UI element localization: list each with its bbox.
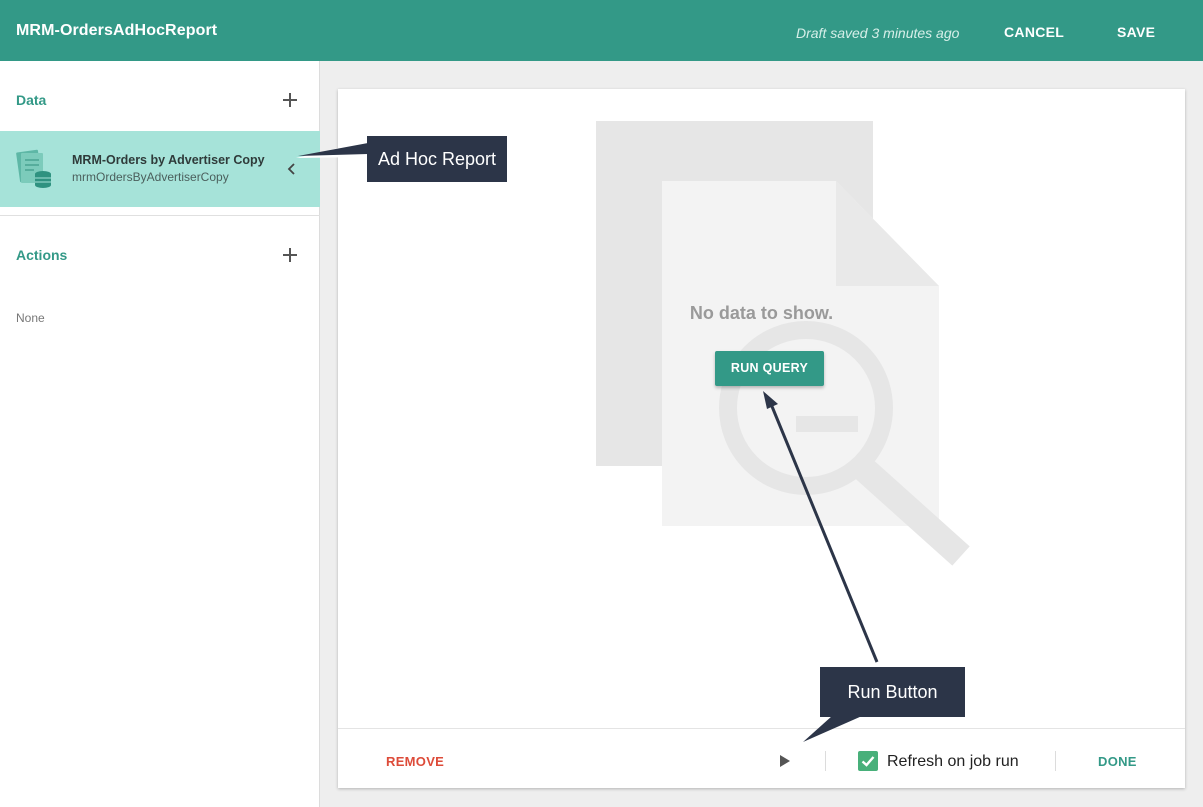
actions-empty-text: None — [16, 311, 45, 325]
top-app-bar: MRM-OrdersAdHocReport Draft saved 3 minu… — [0, 0, 1203, 61]
report-database-icon — [16, 149, 51, 188]
run-query-button[interactable]: RUN QUERY — [715, 351, 824, 386]
done-button[interactable]: DONE — [1098, 754, 1137, 769]
divider — [0, 215, 320, 216]
document-search-icon — [596, 121, 970, 566]
data-source-name: MRM-Orders by Advertiser Copy — [72, 153, 265, 167]
refresh-on-job-run-label: Refresh on job run — [887, 753, 1019, 770]
footer-separator — [1055, 751, 1056, 771]
check-icon — [861, 756, 875, 767]
run-button-callout: Run Button — [820, 667, 965, 717]
empty-state-message: No data to show. — [338, 303, 1185, 324]
data-source-item[interactable]: MRM-Orders by Advertiser Copy mrmOrdersB… — [0, 131, 320, 207]
chevron-left-icon[interactable] — [284, 161, 300, 177]
card-footer: REMOVE Refresh on job run DONE — [338, 728, 1185, 788]
data-source-id: mrmOrdersByAdvertiserCopy — [72, 170, 229, 184]
play-icon[interactable] — [778, 753, 792, 769]
adhoc-report-callout: Ad Hoc Report — [367, 136, 507, 182]
remove-button[interactable]: REMOVE — [386, 754, 444, 769]
footer-separator — [825, 751, 826, 771]
draft-status-text: Draft saved 3 minutes ago — [796, 25, 960, 41]
empty-state-text: No data to show. — [689, 303, 834, 323]
data-section-title: Data — [16, 92, 47, 108]
page-title: MRM-OrdersAdHocReport — [16, 22, 218, 39]
refresh-on-job-run-checkbox[interactable] — [858, 751, 878, 771]
add-data-button[interactable] — [280, 90, 300, 110]
cancel-button[interactable]: CANCEL — [1004, 24, 1064, 40]
save-button[interactable]: SAVE — [1117, 24, 1155, 40]
actions-section-title: Actions — [16, 247, 68, 263]
query-result-card: No data to show. RUN QUERY REMOVE Refres… — [338, 89, 1185, 788]
add-action-button[interactable] — [280, 245, 300, 265]
sidebar: Data MRM-Orders by Advertiser Copy mrmOr… — [0, 61, 320, 807]
